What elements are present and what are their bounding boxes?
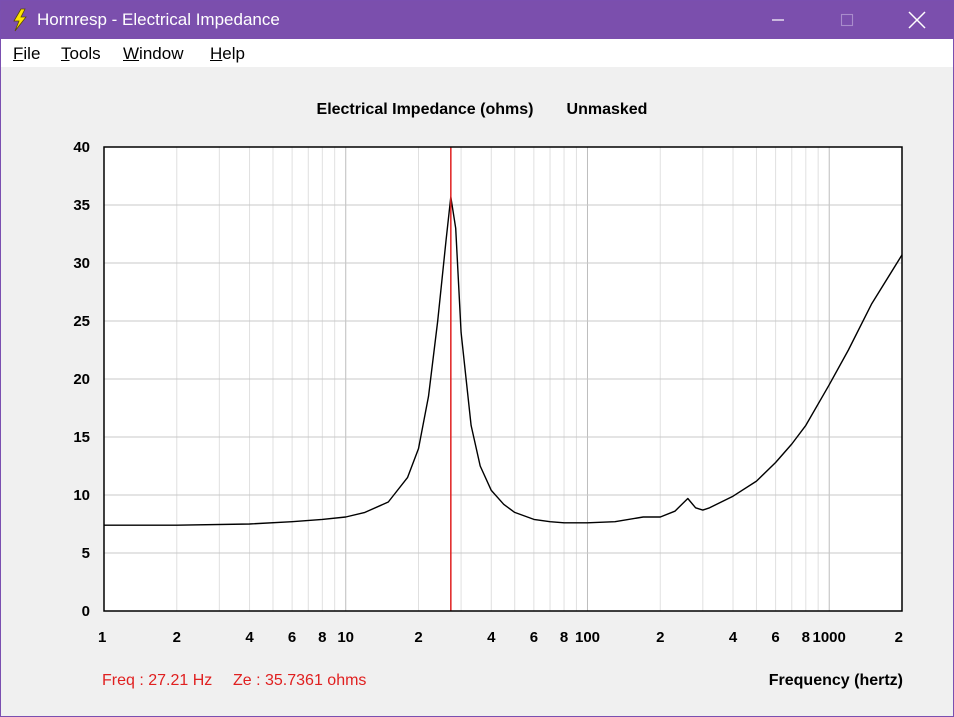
x-tick-label: 2	[414, 629, 422, 646]
impedance-chart[interactable]: Electrical Impedance (ohms) Unmasked 0 5 1…	[1, 67, 953, 716]
x-axis-ticks: 1 2 4 6 8 10 2 4 6 8 100 2 4 6 8 1000 2	[98, 629, 903, 646]
x-tick-label: 1	[98, 629, 106, 646]
menu-help-mnemonic: H	[210, 44, 223, 63]
maximize-button[interactable]	[824, 1, 870, 39]
x-tick-label: 8	[802, 629, 810, 646]
x-tick-label: 100	[575, 629, 600, 646]
x-tick-label: 4	[487, 629, 496, 646]
mask-state-label: Unmasked	[567, 101, 648, 118]
menu-help[interactable]: Help	[210, 44, 245, 64]
menu-window-mnemonic: W	[123, 44, 140, 63]
y-tick-label: 15	[73, 429, 90, 446]
y-tick-label: 25	[73, 313, 90, 330]
readout-frequency: Freq : 27.21 Hz	[102, 672, 212, 689]
menu-file-mnemonic: F	[13, 44, 24, 63]
x-axis-label: Frequency (hertz)	[769, 672, 903, 689]
x-tick-label: 2	[656, 629, 664, 646]
x-tick-label: 4	[729, 629, 738, 646]
x-tick-label: 10	[337, 629, 354, 646]
menu-file[interactable]: File	[13, 44, 40, 64]
y-tick-label: 20	[73, 371, 90, 388]
minimize-icon	[772, 19, 784, 21]
lightning-bolt-icon	[13, 8, 27, 32]
x-tick-label: 2	[895, 629, 903, 646]
y-tick-label: 0	[82, 603, 90, 620]
y-tick-label: 40	[73, 139, 90, 156]
y-axis-ticks: 0 5 10 15 20 25 30 35 40	[73, 139, 90, 620]
y-tick-label: 30	[73, 255, 90, 272]
chart-title: Electrical Impedance (ohms)	[317, 101, 534, 118]
menu-tools-mnemonic: T	[61, 44, 70, 63]
x-tick-label: 2	[173, 629, 181, 646]
menu-help-rest: elp	[222, 44, 245, 63]
title-bar[interactable]: Hornresp - Electrical Impedance	[1, 1, 953, 39]
minimize-button[interactable]	[755, 1, 801, 39]
chart-area: Electrical Impedance (ohms) Unmasked 0 5 1…	[1, 67, 953, 716]
y-tick-label: 10	[73, 487, 90, 504]
x-tick-label: 8	[560, 629, 568, 646]
x-tick-label: 4	[245, 629, 254, 646]
x-tick-label: 6	[530, 629, 538, 646]
y-tick-label: 5	[82, 545, 90, 562]
x-tick-label: 6	[771, 629, 779, 646]
menu-tools[interactable]: Tools	[61, 44, 101, 64]
window-title: Hornresp - Electrical Impedance	[37, 10, 280, 29]
menu-window[interactable]: Window	[123, 44, 183, 64]
x-tick-label: 6	[288, 629, 296, 646]
x-tick-label: 1000	[813, 629, 846, 646]
menu-window-rest: indow	[139, 44, 184, 63]
close-icon	[908, 11, 926, 29]
y-tick-label: 35	[73, 197, 90, 214]
menu-file-rest: ile	[23, 44, 41, 63]
maximize-icon	[840, 13, 854, 27]
close-button[interactable]	[894, 1, 940, 39]
menu-tools-rest: ools	[69, 44, 101, 63]
x-tick-label: 8	[318, 629, 326, 646]
menu-bar: File Tools Window Help	[1, 39, 953, 67]
app-window: Hornresp - Electrical Impedance File Too…	[0, 0, 954, 717]
readout-impedance: Ze : 35.7361 ohms	[233, 672, 366, 689]
